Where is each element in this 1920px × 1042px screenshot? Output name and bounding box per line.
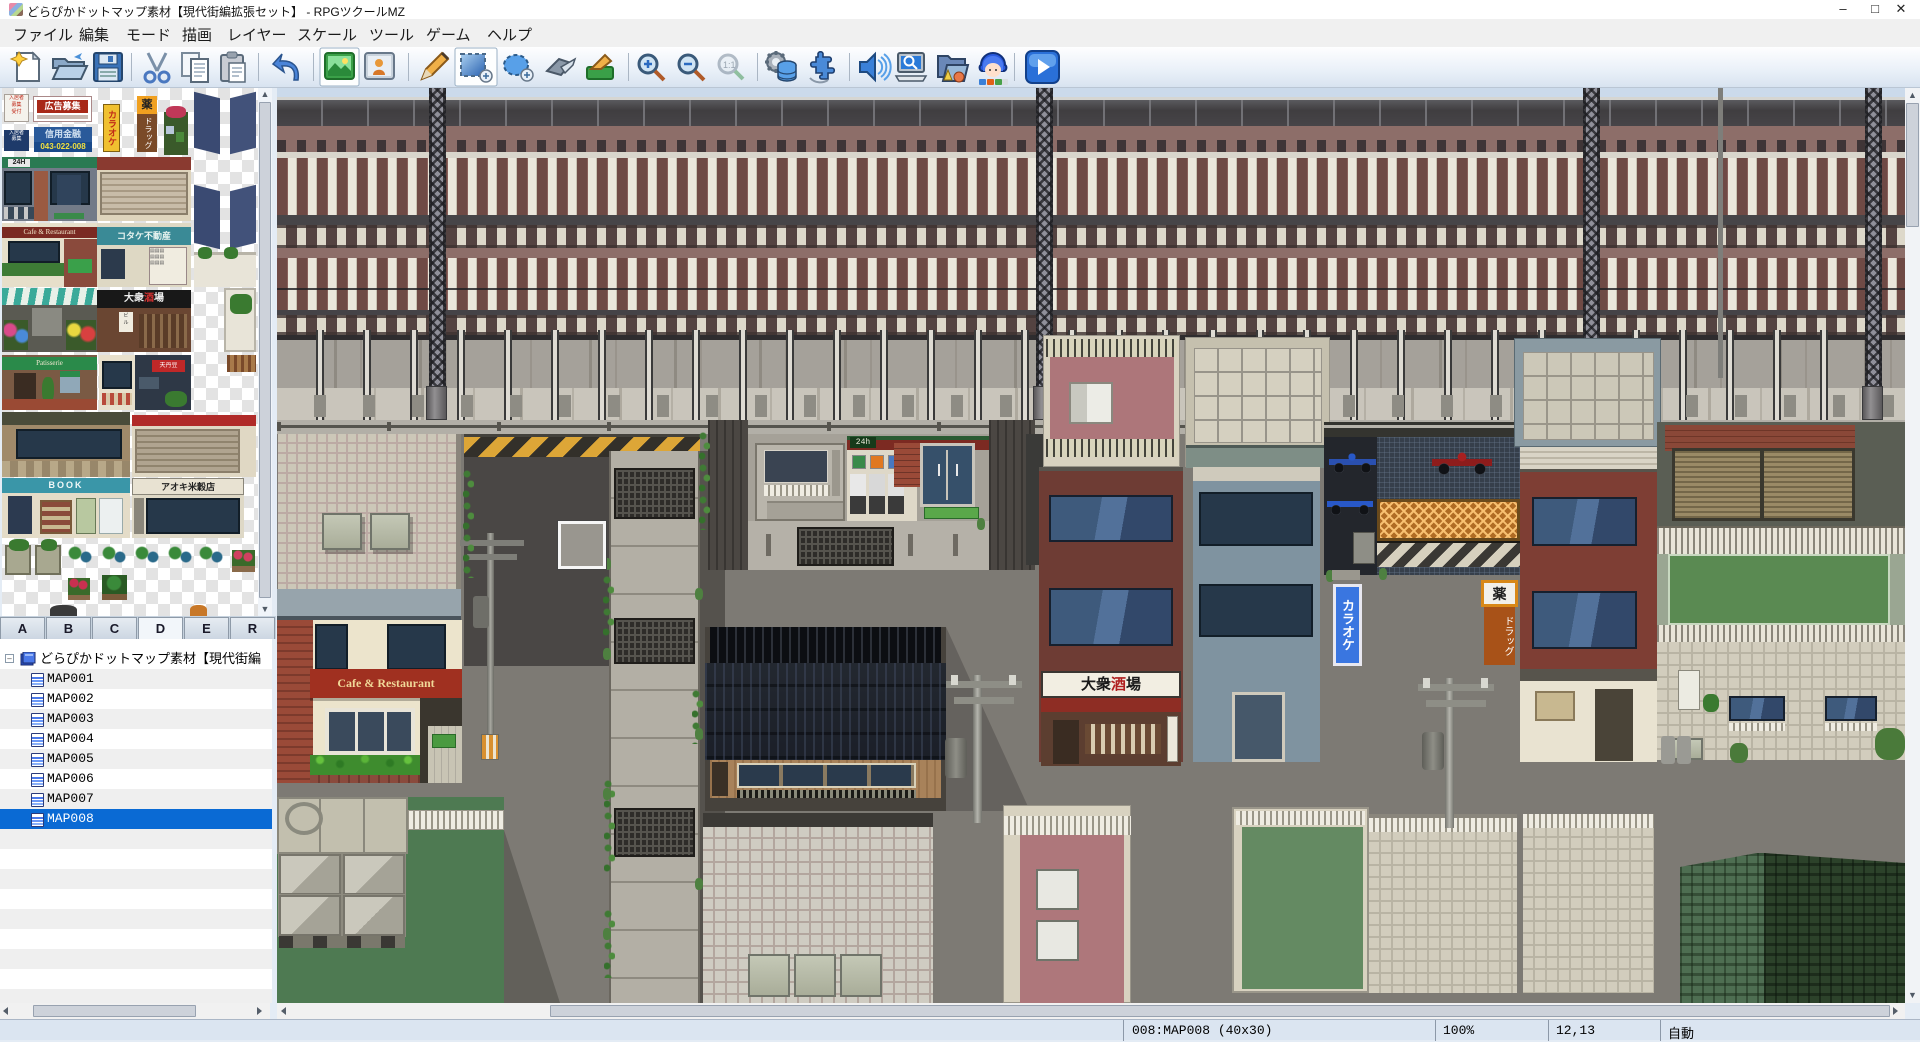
svg-text:1:1: 1:1: [723, 60, 736, 70]
